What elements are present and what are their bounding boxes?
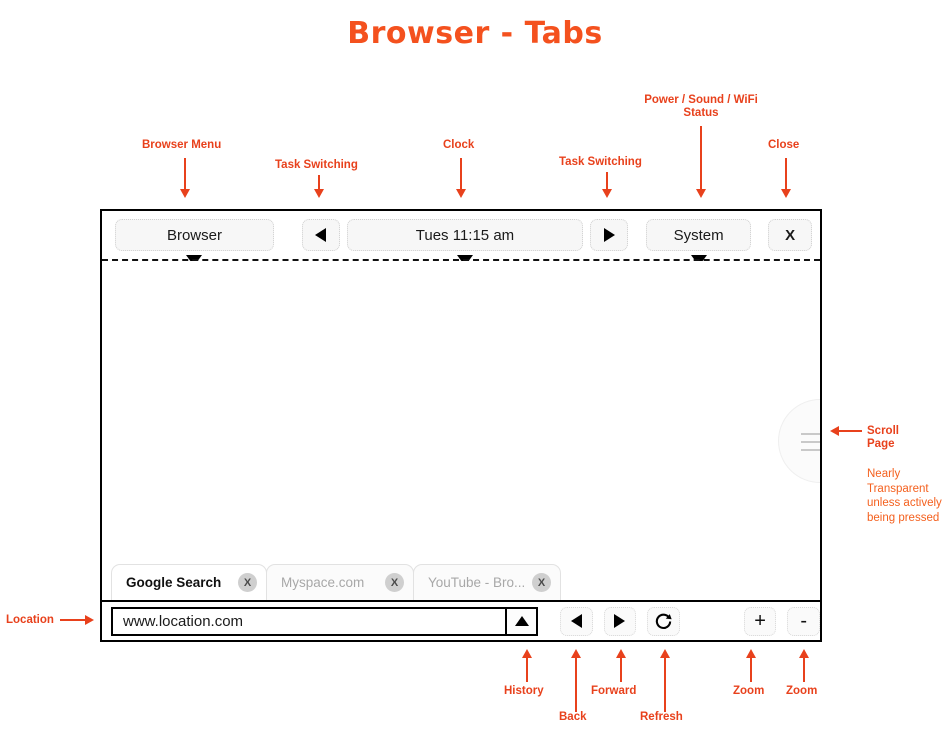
system-menu-button[interactable]: System [645, 219, 752, 266]
annotation-refresh: Refresh [640, 711, 683, 723]
close-label: X [785, 226, 796, 244]
browser-window: Browser Tues 11:15 am System X Google Se… [100, 209, 822, 642]
browser-menu-label: Browser [166, 226, 222, 244]
annotation-arrow-task-switching-right [598, 172, 616, 198]
annotation-forward: Forward [591, 685, 637, 697]
tab-label: Myspace.com [281, 575, 365, 590]
annotation-arrow-close [777, 158, 795, 198]
annotation-power-status: Power / Sound / WiFi Status [628, 94, 774, 120]
annotation-transparency-note: Nearly Transparent unless actively being… [867, 468, 942, 524]
refresh-button[interactable] [647, 606, 680, 636]
triangle-up-icon [514, 616, 529, 626]
zoom-out-label: - [800, 609, 807, 632]
task-switch-next-button[interactable] [590, 219, 628, 251]
zoom-in-button[interactable]: + [743, 606, 777, 636]
tab-label: YouTube - Bro... [428, 575, 526, 590]
zoom-in-label: + [754, 609, 766, 632]
tab-close-icon[interactable]: X [385, 573, 404, 592]
annotation-clock: Clock [443, 139, 475, 151]
hamburger-icon [801, 433, 820, 435]
triangle-left-icon [570, 614, 582, 628]
back-button[interactable] [560, 606, 593, 636]
annotation-task-switching-right: Task Switching [559, 156, 642, 168]
triangle-right-icon [614, 614, 626, 628]
refresh-icon [655, 613, 672, 629]
annotation-arrow-clock [452, 158, 470, 198]
annotation-close: Close [768, 139, 800, 151]
annotation-arrow-forward [612, 649, 630, 682]
annotation-arrow-zoom-in [742, 649, 760, 682]
location-bar: www.location.com [111, 606, 538, 636]
scroll-page-button[interactable] [778, 399, 820, 483]
annotation-arrow-zoom-out [795, 649, 813, 682]
tab-label: Google Search [126, 575, 222, 590]
clock-button[interactable]: Tues 11:15 am [346, 219, 584, 266]
forward-button[interactable] [603, 606, 637, 636]
hamburger-icon-line2 [801, 441, 820, 443]
annotation-history: History [504, 685, 544, 697]
annotation-arrow-back [567, 649, 585, 712]
browser-tab[interactable]: Google Search X [111, 564, 267, 600]
annotation-scroll-page-line2: Page [867, 438, 895, 450]
tab-strip: Google Search X Myspace.com X YouTube - … [102, 560, 820, 600]
annotation-arrow-browser-menu [176, 158, 194, 198]
browser-tab[interactable]: Myspace.com X [266, 564, 414, 600]
tab-close-icon[interactable]: X [532, 573, 551, 592]
annotation-arrow-power-status [692, 126, 710, 198]
annotation-scroll-page-line1: Scroll [867, 425, 899, 437]
annotation-zoom-in: Zoom [733, 685, 765, 697]
browser-tab[interactable]: YouTube - Bro... X [413, 564, 561, 600]
history-button[interactable] [505, 608, 536, 634]
page-title: Browser - Tabs [347, 16, 603, 51]
annotation-power-status-line1: Power / Sound / WiFi [644, 94, 758, 106]
system-bar: Browser Tues 11:15 am System X [102, 211, 820, 266]
bottom-toolbar: www.location.com + - [102, 600, 820, 640]
annotation-location: Location [6, 614, 54, 626]
zoom-out-button[interactable]: - [787, 606, 820, 636]
annotation-arrow-refresh [656, 649, 674, 712]
hamburger-icon-line3 [801, 449, 820, 451]
annotation-arrow-task-switching-left [310, 175, 328, 198]
page-viewport[interactable] [102, 261, 820, 573]
annotation-arrow-location [60, 614, 94, 626]
clock-label: Tues 11:15 am [415, 226, 515, 244]
annotation-zoom-out: Zoom [786, 685, 818, 697]
annotation-back: Back [559, 711, 587, 723]
system-menu-label: System [673, 226, 724, 244]
annotation-task-switching-left: Task Switching [275, 159, 358, 171]
close-button[interactable]: X [768, 219, 812, 251]
tab-close-icon[interactable]: X [238, 573, 257, 592]
annotation-browser-menu: Browser Menu [142, 139, 222, 151]
annotation-arrow-history [518, 649, 536, 682]
triangle-right-icon [603, 228, 615, 242]
location-input[interactable]: www.location.com [113, 609, 505, 634]
triangle-left-icon [315, 228, 327, 242]
annotation-scroll-page: Scroll Page [867, 425, 945, 451]
annotation-arrow-scroll-page [830, 425, 862, 437]
annotation-power-status-line2: Status [683, 107, 719, 119]
browser-menu-button[interactable]: Browser [115, 219, 274, 266]
task-switch-prev-button[interactable] [301, 219, 340, 251]
